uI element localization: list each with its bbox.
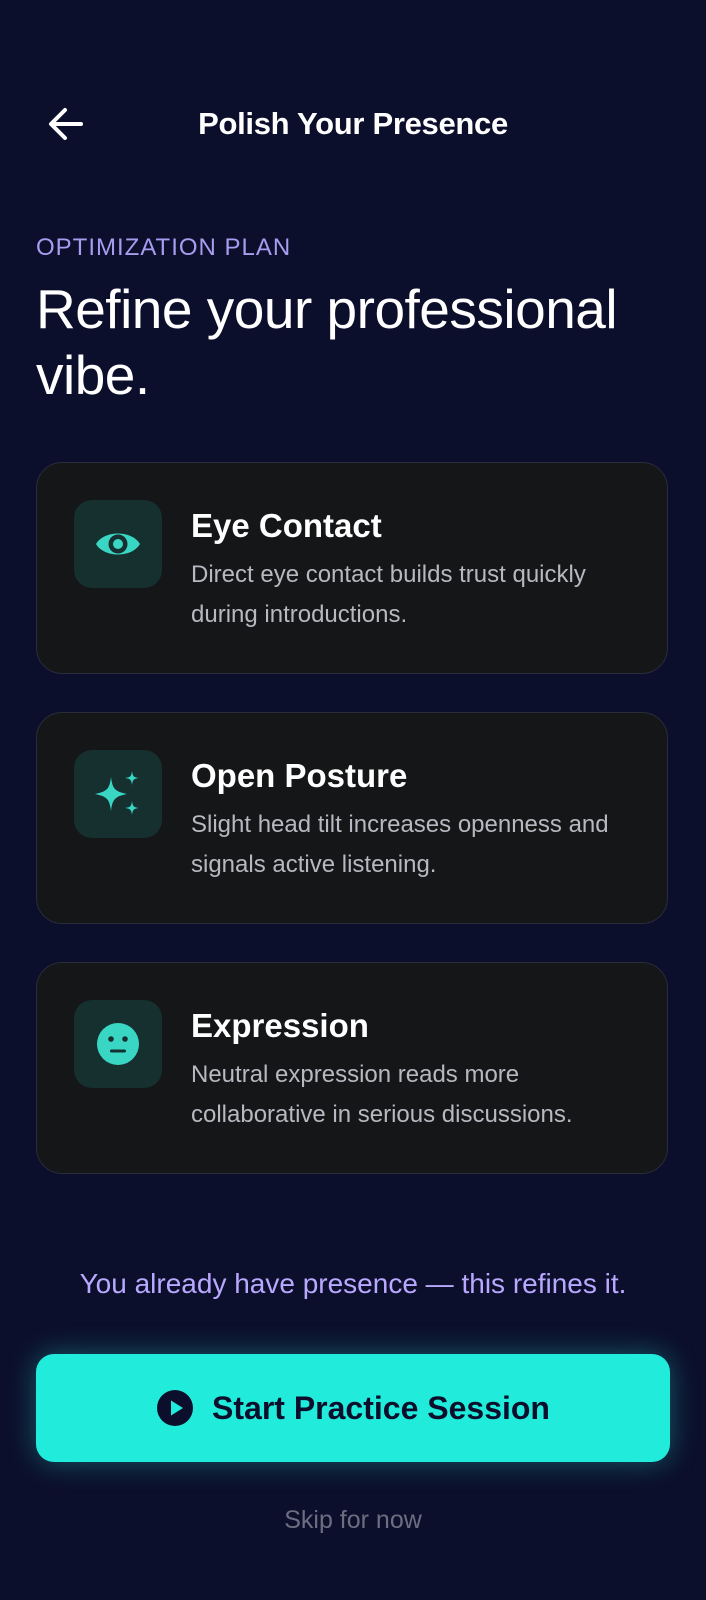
card-title: Expression xyxy=(191,1007,369,1044)
icon-tile xyxy=(74,750,162,838)
tip-card-open-posture[interactable]: Open Posture Slight head tilt increases … xyxy=(36,712,668,924)
icon-tile xyxy=(74,500,162,588)
card-description: Neutral expression reads more collaborat… xyxy=(191,1061,573,1128)
page-title: Polish Your Presence xyxy=(198,106,508,141)
card-title: Open Posture xyxy=(191,757,408,794)
eye-icon xyxy=(94,527,142,561)
tip-card-eye-contact[interactable]: Eye Contact Direct eye contact builds tr… xyxy=(36,462,668,674)
sparkles-icon xyxy=(93,769,143,819)
icon-tile xyxy=(74,1000,162,1088)
section-eyebrow: OPTIMIZATION PLAN xyxy=(36,234,292,261)
tip-card-expression[interactable]: Expression Neutral expression reads more… xyxy=(36,962,668,1174)
card-description: Direct eye contact builds trust quickly … xyxy=(191,561,586,628)
back-button[interactable] xyxy=(38,102,94,146)
top-bar: Polish Your Presence xyxy=(0,88,706,160)
start-practice-label: Start Practice Session xyxy=(212,1389,550,1426)
skip-link[interactable]: Skip for now xyxy=(0,1506,706,1535)
card-description: Slight head tilt increases openness and … xyxy=(191,811,609,878)
reassurance-text: You already have presence — this refines… xyxy=(79,1268,627,1299)
card-title: Eye Contact xyxy=(191,507,382,544)
start-practice-button[interactable]: Start Practice Session xyxy=(36,1354,670,1462)
neutral-face-icon xyxy=(96,1022,140,1066)
arrow-left-icon xyxy=(47,107,85,141)
headline: Refine your professional vibe. xyxy=(36,278,618,406)
play-circle-icon xyxy=(156,1389,194,1427)
